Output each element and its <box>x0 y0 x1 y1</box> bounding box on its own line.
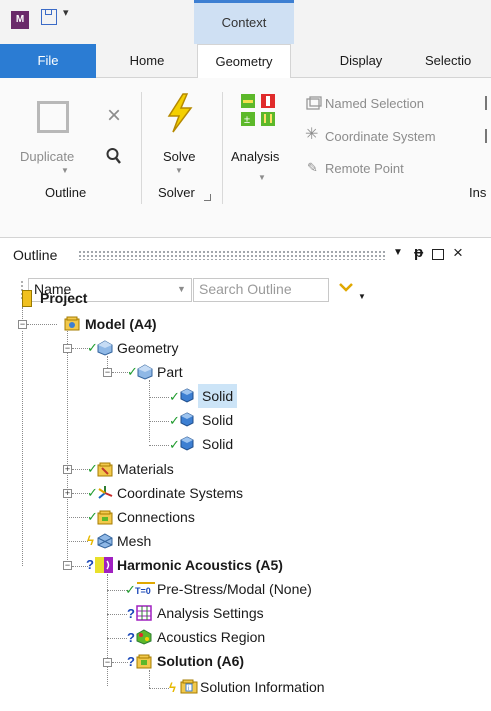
tree-node-connections[interactable]: Connections <box>117 505 195 529</box>
tab-geometry[interactable]: Geometry <box>197 44 291 79</box>
t-zero-label: T=0 <box>135 586 151 596</box>
tab-home[interactable]: Home <box>112 44 182 78</box>
quick-access-dropdown[interactable]: ▾ <box>63 6 69 19</box>
analysis-dropdown-arrow[interactable]: ▼ <box>258 173 266 182</box>
tree-node-pre-stress[interactable]: Pre-Stress/Modal (None) <box>157 577 312 601</box>
coordinate-systems-icon <box>97 485 113 501</box>
tab-selection[interactable]: Selectio <box>425 44 491 78</box>
harmonic-acoustics-icon <box>95 557 113 573</box>
app-logo-icon: M <box>11 11 29 29</box>
delete-x-icon[interactable]: × <box>107 100 121 132</box>
tree-node-project[interactable]: Project <box>40 286 87 310</box>
project-icon <box>22 290 32 307</box>
find-magnifier-icon[interactable] <box>106 147 122 165</box>
ribbon-cutoff-icon <box>485 96 491 110</box>
model-collapse-toggle[interactable]: − <box>18 320 27 329</box>
remote-point-icon: ✎ <box>307 160 318 175</box>
toolbar-overflow-icon[interactable]: ▼ <box>358 292 366 301</box>
status-question-icon: ? <box>127 654 135 669</box>
solver-launcher-icon[interactable] <box>204 194 211 201</box>
tree-node-solution-information[interactable]: Solution Information <box>200 675 325 699</box>
tree-node-analysis-settings[interactable]: Analysis Settings <box>157 601 264 625</box>
coordinate-system-button[interactable]: Coordinate System <box>325 129 436 144</box>
status-check-icon: ✓ <box>169 389 180 404</box>
svg-text:i: i <box>188 686 189 692</box>
tree-node-harmonic-acoustics[interactable]: Harmonic Acoustics (A5) <box>117 553 283 577</box>
tree-node-materials[interactable]: Materials <box>117 457 174 481</box>
acoustics-region-icon <box>136 629 152 645</box>
close-panel-icon[interactable]: × <box>453 243 463 263</box>
solution-information-icon: i <box>180 678 198 694</box>
insert-group-label: Ins <box>469 185 487 200</box>
duplicate-button[interactable]: Duplicate <box>20 149 74 164</box>
solver-group-label: Solver <box>158 185 195 200</box>
analysis-icon[interactable]: ± <box>236 92 300 132</box>
tree-node-model[interactable]: Model (A4) <box>85 312 157 336</box>
panel-drag-grip[interactable] <box>78 250 386 260</box>
remote-point-button[interactable]: Remote Point <box>325 161 404 176</box>
svg-text:±: ± <box>244 114 250 126</box>
outline-group-label: Outline <box>45 185 87 200</box>
materials-icon <box>97 461 113 477</box>
status-bolt-icon: ϟ <box>169 680 176 695</box>
status-question-icon: ? <box>127 630 135 645</box>
status-question-icon: ? <box>127 606 135 621</box>
model-icon <box>64 315 80 331</box>
solve-dropdown-arrow[interactable]: ▼ <box>175 166 183 175</box>
named-selection-button[interactable]: Named Selection <box>325 96 424 111</box>
solve-button[interactable]: Solve <box>163 149 196 164</box>
tree-node-mesh[interactable]: Mesh <box>117 529 151 553</box>
solution-collapse-toggle[interactable]: − <box>103 658 112 667</box>
duplicate-square-icon <box>37 101 69 133</box>
tree-node-geometry[interactable]: Geometry <box>117 336 178 360</box>
tree-node-solid-1[interactable]: Solid <box>198 384 238 408</box>
tree-node-part[interactable]: Part <box>157 360 183 384</box>
t-zero-icon: T=0 <box>135 581 157 597</box>
maximize-icon[interactable] <box>432 249 444 260</box>
ribbon-cutoff-icon <box>485 129 491 143</box>
solution-icon <box>136 653 152 669</box>
status-check-icon: ✓ <box>169 437 180 452</box>
pin-icon[interactable]: ᵽ <box>414 244 423 261</box>
panel-menu-dropdown-icon[interactable]: ▼ <box>393 247 403 258</box>
tree-node-solid-2[interactable]: Solid <box>202 408 233 432</box>
mesh-icon <box>97 533 113 549</box>
solid-body-icon <box>180 412 196 428</box>
part-collapse-toggle[interactable]: − <box>103 368 112 377</box>
coordinate-system-icon: ✳ <box>305 126 319 143</box>
save-icon[interactable] <box>41 9 57 25</box>
tab-display[interactable]: Display <box>318 44 404 78</box>
ribbon-separator <box>141 92 142 204</box>
combo-dropdown-arrow[interactable]: ▼ <box>177 284 186 294</box>
status-question-icon: ? <box>86 557 94 572</box>
tree-node-coordinate-systems[interactable]: Coordinate Systems <box>117 481 243 505</box>
tree-node-solution[interactable]: Solution (A6) <box>157 649 244 673</box>
connections-icon <box>97 509 113 525</box>
coordinate-systems-expand-toggle[interactable]: + <box>63 489 72 498</box>
outline-panel-title: Outline <box>13 247 58 263</box>
solve-bolt-icon[interactable] <box>163 92 197 134</box>
ribbon-separator <box>222 92 223 204</box>
materials-expand-toggle[interactable]: + <box>63 465 72 474</box>
tree-node-acoustics-region[interactable]: Acoustics Region <box>157 625 265 649</box>
context-tab-header: Context <box>194 0 294 44</box>
named-selection-icon <box>306 96 322 112</box>
analysis-button[interactable]: Analysis <box>231 149 279 164</box>
solid-body-icon <box>180 436 196 452</box>
part-icon <box>137 364 153 380</box>
chevron-down-icon[interactable] <box>338 282 354 294</box>
search-placeholder: Search Outline <box>199 281 292 297</box>
status-check-icon: ✓ <box>169 413 180 428</box>
harmonic-collapse-toggle[interactable]: − <box>63 561 72 570</box>
outline-dropdown-arrow[interactable]: ▼ <box>61 166 69 175</box>
solid-body-icon <box>180 388 196 404</box>
geometry-icon <box>97 340 113 356</box>
status-bolt-icon: ϟ <box>87 533 94 548</box>
tree-node-solid-3[interactable]: Solid <box>202 432 233 456</box>
tab-file[interactable]: File <box>0 44 96 78</box>
analysis-settings-icon <box>136 605 152 621</box>
geometry-collapse-toggle[interactable]: − <box>63 344 72 353</box>
